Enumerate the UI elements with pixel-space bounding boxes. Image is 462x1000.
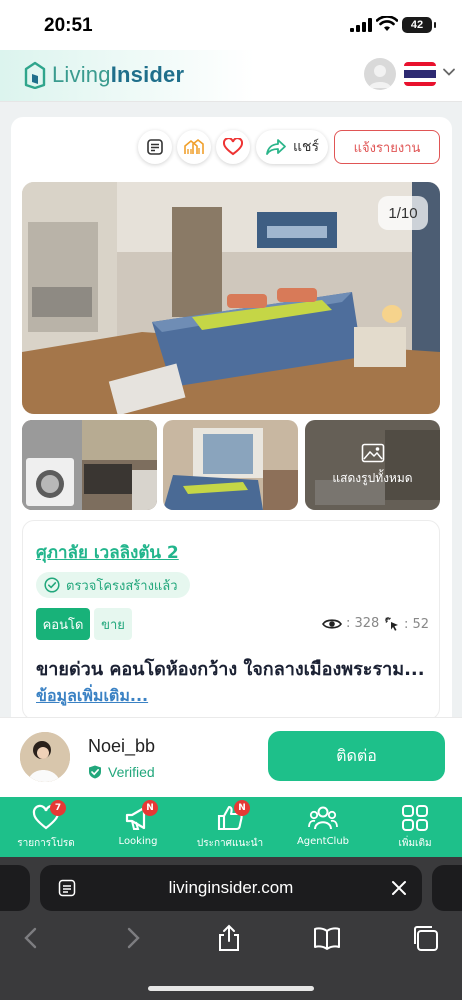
share-arrow-icon xyxy=(266,139,286,155)
click-count: : 52 xyxy=(384,616,429,632)
user-avatar[interactable] xyxy=(364,58,396,90)
nav-favorites-label: รายการโปรด xyxy=(17,838,75,849)
agent-avatar[interactable] xyxy=(20,732,70,782)
url-text: livinginsider.com xyxy=(168,878,294,897)
nav-agentclub[interactable]: AgentClub xyxy=(277,797,369,857)
group-icon xyxy=(308,806,338,830)
logo-text: LivingInsider xyxy=(52,62,185,87)
status-bar: 20:51 42 xyxy=(0,0,462,50)
heart-icon xyxy=(223,138,243,156)
nav-recommended-badge: N xyxy=(234,800,250,816)
battery-indicator: 42 xyxy=(402,17,436,33)
show-all-label: แสดงรูปทั้งหมด xyxy=(332,470,413,485)
thumbnail-bedroom[interactable] xyxy=(163,420,298,510)
agent-verified-badge: Verified xyxy=(88,764,155,780)
click-pointer-icon xyxy=(385,617,398,631)
previous-tab[interactable] xyxy=(0,865,30,911)
bedroom-window-photo xyxy=(163,420,298,510)
show-all-overlay[interactable]: แสดงรูปทั้งหมด xyxy=(305,420,440,510)
nav-recommended[interactable]: ประกาศแนะนำ N xyxy=(184,797,276,857)
verified-shield-icon xyxy=(89,765,101,779)
home-indicator xyxy=(148,986,314,991)
share-icon[interactable] xyxy=(215,924,243,952)
eye-icon xyxy=(322,618,342,629)
forward-arrow-icon[interactable] xyxy=(118,924,146,952)
close-icon[interactable] xyxy=(390,879,408,897)
click-count-value: : 52 xyxy=(404,616,430,632)
site-logo[interactable]: LivingInsider xyxy=(24,60,184,90)
buildings-icon xyxy=(184,138,204,154)
more-info-link[interactable]: ข้อมูลเพิ่มเติม... xyxy=(36,684,148,709)
wifi-icon xyxy=(376,16,398,31)
nav-favorites[interactable]: รายการโปรด 7 xyxy=(0,797,92,857)
check-circle-icon xyxy=(44,577,60,593)
house-logo-icon xyxy=(24,61,46,89)
cellular-signal-icon xyxy=(350,18,372,32)
address-bar[interactable]: livinginsider.com xyxy=(40,865,422,911)
image-gallery-icon xyxy=(361,443,384,462)
kitchen-photo xyxy=(22,420,157,510)
project-name-link[interactable]: ศุภาลัย เวลลิงตัน 2 xyxy=(36,539,179,566)
deal-type-tag: ขาย xyxy=(94,608,132,640)
favorite-button[interactable] xyxy=(216,130,250,164)
share-button[interactable]: แชร์ xyxy=(256,130,328,164)
thumbnail-show-all[interactable]: แสดงรูปทั้งหมด xyxy=(305,420,440,510)
nav-looking-badge: N xyxy=(142,800,158,816)
agent-verified-label: Verified xyxy=(108,764,155,780)
property-type-tag: คอนโด xyxy=(36,608,90,640)
agent-photo xyxy=(20,732,70,782)
photo-counter: 1/10 xyxy=(378,196,428,230)
view-count-value: : 328 xyxy=(346,616,380,631)
compare-button[interactable] xyxy=(177,130,211,164)
nav-more-label: เพิ่มเติม xyxy=(398,838,432,849)
chevron-down-icon[interactable] xyxy=(442,65,456,79)
share-label: แชร์ xyxy=(292,139,320,155)
nav-agentclub-label: AgentClub xyxy=(296,836,350,847)
thai-flag-icon[interactable] xyxy=(404,62,436,86)
thumbnail-kitchen[interactable] xyxy=(22,420,157,510)
report-button[interactable]: แจ้งรายงาน xyxy=(334,130,440,164)
note-button[interactable] xyxy=(138,130,172,164)
status-time: 20:51 xyxy=(44,15,93,36)
tabs-icon[interactable] xyxy=(412,924,440,952)
nav-more[interactable]: เพิ่มเติม xyxy=(369,797,461,857)
user-silhouette-icon xyxy=(369,65,391,88)
listing-title: ขายด่วน คอนโดห้องกว้าง ใจกลางเมืองพระราม… xyxy=(36,659,425,680)
nav-looking[interactable]: Looking N xyxy=(92,797,184,857)
nav-favorites-badge: 7 xyxy=(50,800,66,816)
back-arrow-icon[interactable] xyxy=(18,924,46,952)
next-tab[interactable] xyxy=(432,865,462,911)
structure-verified-badge: ตรวจโครงสร้างแล้ว xyxy=(36,572,190,598)
note-icon xyxy=(147,139,163,155)
grid-icon xyxy=(402,805,428,831)
structure-verified-label: ตรวจโครงสร้างแล้ว xyxy=(66,578,178,594)
nav-looking-label: Looking xyxy=(118,836,158,847)
view-count: : 328 xyxy=(322,616,379,631)
contact-button[interactable]: ติดต่อ xyxy=(268,731,445,781)
nav-recommended-label: ประกาศแนะนำ xyxy=(196,838,264,849)
agent-name: Noei_bb xyxy=(88,736,156,756)
bookmarks-icon[interactable] xyxy=(313,924,341,952)
